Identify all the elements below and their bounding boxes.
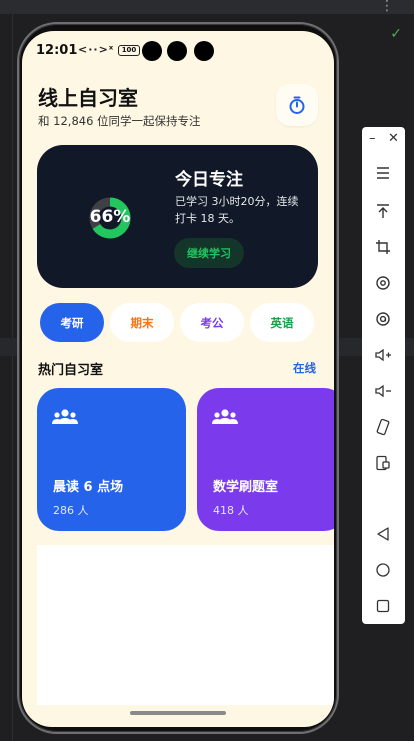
progress-label: 66%	[89, 207, 131, 227]
rotate-device-icon[interactable]	[371, 415, 395, 439]
today-focus-card: 66% 今日专注 已学习 3小时20分，连续打卡 18 天。 继续学习	[37, 145, 318, 288]
crop-icon[interactable]	[371, 235, 395, 259]
focus-title: 今日专注	[175, 170, 243, 190]
tab-kaoyan[interactable]: 考研	[40, 303, 104, 342]
stopwatch-icon	[289, 96, 305, 114]
page-title: 线上自习室	[38, 86, 138, 110]
room-card[interactable]: 晨读 6 点场 286 人	[37, 388, 186, 531]
empty-content-area	[37, 545, 334, 705]
status-time: 12:01	[36, 43, 78, 58]
status-bar: 12:01 <··>ˣ 100	[22, 31, 334, 71]
ide-top-strip	[0, 0, 414, 14]
ide-divider	[12, 14, 13, 741]
home-icon[interactable]	[371, 558, 395, 582]
timer-button[interactable]	[276, 84, 318, 126]
camera-cutout-center	[167, 41, 187, 61]
category-tabs: 考研 期末 考公 英语	[40, 303, 334, 342]
camera-cutout-right	[194, 41, 214, 61]
fold-icon[interactable]	[371, 451, 395, 475]
tab-final-exam[interactable]: 期末	[110, 303, 174, 342]
back-icon[interactable]	[371, 522, 395, 546]
room-card[interactable]: 数学刷题室 418 人	[197, 388, 334, 531]
room-name: 晨读 6 点场	[53, 480, 124, 495]
room-count: 286 人	[53, 504, 89, 517]
volume-up-icon[interactable]	[371, 343, 395, 367]
tab-english[interactable]: 英语	[250, 303, 314, 342]
screenshot-icon[interactable]	[371, 307, 395, 331]
menu-icon[interactable]	[371, 161, 395, 185]
room-name: 数学刷题室	[213, 480, 279, 495]
tab-civil-service[interactable]: 考公	[180, 303, 244, 342]
recents-icon[interactable]	[371, 594, 395, 618]
focus-description: 已学习 3小时20分，连续打卡 18 天。	[175, 195, 299, 225]
room-count: 418 人	[213, 504, 249, 517]
more-options-icon[interactable]: ⋮	[380, 0, 394, 14]
emulator-toolbar: – ✕	[362, 127, 405, 624]
group-icon	[52, 409, 78, 424]
continue-study-button[interactable]: 继续学习	[174, 238, 244, 268]
camera-cutout-left	[142, 41, 162, 61]
phone-screen: 12:01 <··>ˣ 100 线上自习室 和 12,846 位同学一起保持专注…	[22, 31, 334, 727]
signal-icon: <··>ˣ	[78, 43, 115, 56]
close-icon[interactable]: ✕	[388, 131, 399, 146]
group-icon	[212, 409, 238, 424]
online-link[interactable]: 在线	[293, 360, 316, 376]
volume-down-icon[interactable]	[371, 379, 395, 403]
home-indicator[interactable]	[130, 711, 226, 715]
minimize-icon[interactable]: –	[369, 131, 376, 146]
section-title: 热门自习室	[38, 363, 104, 378]
checkmark-icon: ✓	[390, 26, 402, 42]
upload-top-icon[interactable]	[371, 199, 395, 223]
page-subtitle: 和 12,846 位同学一起保持专注	[38, 114, 201, 128]
battery-icon: 100	[118, 45, 140, 56]
rotate-icon[interactable]	[371, 271, 395, 295]
